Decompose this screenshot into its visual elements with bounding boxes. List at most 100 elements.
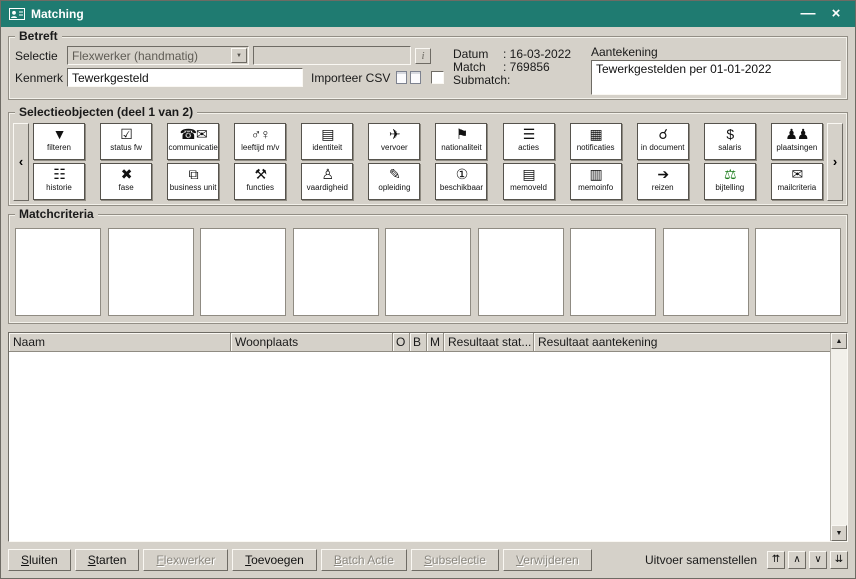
move-bottom-button[interactable]: ⇊ (830, 551, 848, 569)
column-header-b[interactable]: B (410, 333, 427, 352)
selectieobject-identiteit-button[interactable]: ▤ identiteit (301, 123, 353, 160)
matchcriteria-slot-6[interactable] (478, 228, 564, 316)
starten-button[interactable]: Starten (75, 549, 140, 571)
selectieobject-beschikbaar-button[interactable]: ① beschikbaar (435, 163, 487, 200)
column-header-resultaat-aantekening[interactable]: Resultaat aantekening (534, 333, 830, 352)
selectieobject-plaatsingen-button[interactable]: ♟♟ plaatsingen (771, 123, 823, 160)
selectie-extra-input[interactable] (253, 46, 411, 65)
column-header-o[interactable]: O (393, 333, 410, 352)
scroll-down-icon[interactable]: ▼ (831, 525, 847, 541)
phone-mail-icon: ☎✉ (180, 126, 207, 143)
batch-actie-button[interactable]: Batch Actie (321, 549, 407, 571)
matchcriteria-slot-3[interactable] (200, 228, 286, 316)
selectieobject-nationaliteit-button[interactable]: ⚑ nationaliteit (435, 123, 487, 160)
toevoegen-button[interactable]: Toevoegen (232, 549, 317, 571)
aantekening-label: Aantekening (591, 46, 841, 59)
notifications-calendar-icon: ▦ (590, 126, 602, 143)
matchcriteria-slot-8[interactable] (663, 228, 749, 316)
mail-criteria-icon: ✉ (791, 166, 802, 183)
aantekening-textarea[interactable]: Tewerkgestelden per 01-01-2022 (591, 60, 841, 95)
selectieobject-filteren-button[interactable]: ▼ filteren (33, 123, 85, 160)
matchcriteria-slot-2[interactable] (108, 228, 194, 316)
selectieobject-acties-button[interactable]: ☰ acties (503, 123, 555, 160)
selectieobject-functies-button[interactable]: ⚒ functies (234, 163, 286, 200)
selectieobject-historie-button[interactable]: ☷ historie (33, 163, 85, 200)
scroll-right-button[interactable]: › (827, 123, 843, 201)
column-header-woonplaats[interactable]: Woonplaats (231, 333, 393, 352)
results-body[interactable] (9, 352, 830, 541)
actions-list-icon: ☰ (523, 126, 535, 143)
import-csv-file-icon[interactable] (396, 71, 407, 84)
filter-funnel-icon: ▼ (53, 126, 66, 143)
availability-calendar-icon: ① (456, 166, 468, 183)
selectieobject-communicatie-button[interactable]: ☎✉ communicatie (167, 123, 219, 160)
travel-icon: ➔ (657, 166, 668, 183)
move-down-button[interactable]: ∨ (809, 551, 827, 569)
flexwerker-button[interactable]: Flexwerker (143, 549, 228, 571)
identity-card-icon: ▤ (321, 126, 333, 143)
matchcriteria-legend: Matchcriteria (15, 207, 98, 221)
selectieobject-vaardigheid-button[interactable]: ♙ vaardigheid (301, 163, 353, 200)
age-gender-icon: ♂♀ (251, 126, 270, 143)
placements-people-icon: ♟♟ (785, 126, 808, 143)
selectieobjecten-grid: ▼ filteren ☑ status fw ☎✉ communicatie ♂… (33, 123, 823, 200)
matchcriteria-slot-7[interactable] (570, 228, 656, 316)
import-csv-copy-icon[interactable] (410, 71, 421, 84)
functions-tools-icon: ⚒ (254, 166, 266, 183)
matching-window-icon (9, 7, 25, 21)
titlebar[interactable]: Matching — × (1, 1, 855, 27)
matchcriteria-slot-1[interactable] (15, 228, 101, 316)
betreft-legend: Betreft (15, 29, 62, 43)
import-csv-checkbox[interactable] (431, 71, 444, 84)
selectieobject-bijtelling-button[interactable]: ⚖ bijtelling (704, 163, 756, 200)
matching-window: Matching — × Betreft Selectie Flexwerker… (0, 0, 856, 579)
status-selection-icon: ☑ (120, 126, 132, 143)
submatch-label: Submatch: (453, 74, 503, 87)
selectieobject-reizen-button[interactable]: ➔ reizen (637, 163, 689, 200)
verwijderen-button[interactable]: Verwijderen (503, 549, 592, 571)
selectie-dropdown[interactable]: Flexwerker (handmatig) ▼ (67, 46, 249, 65)
selectieobject-status-fw-button[interactable]: ☑ status fw (100, 123, 152, 160)
transport-icon: ✈ (389, 126, 400, 143)
subselectie-button[interactable]: Subselectie (411, 549, 499, 571)
column-header-resultaat-stat[interactable]: Resultaat stat... (444, 333, 534, 352)
selectieobject-leeftijd-m-v-button[interactable]: ♂♀ leeftijd m/v (234, 123, 286, 160)
selectieobject-memoinfo-button[interactable]: ▥ memoinfo (570, 163, 622, 200)
matchcriteria-slot-4[interactable] (293, 228, 379, 316)
column-header-m[interactable]: M (427, 333, 444, 352)
move-top-button[interactable]: ⇈ (767, 551, 785, 569)
minimize-button[interactable]: — (797, 3, 819, 25)
vertical-scrollbar[interactable]: ▲ ▼ (830, 333, 847, 541)
matchcriteria-group: Matchcriteria (8, 214, 848, 324)
kenmerk-input[interactable] (67, 68, 303, 87)
column-header-naam[interactable]: Naam (9, 333, 231, 352)
scroll-up-icon[interactable]: ▲ (831, 333, 847, 349)
selectieobject-business-unit-button[interactable]: ⧉ business unit (167, 163, 219, 200)
selectieobject-vervoer-button[interactable]: ✈ vervoer (368, 123, 420, 160)
phase-icon: ✖ (121, 166, 132, 183)
scroll-left-button[interactable]: ‹ (13, 123, 29, 201)
sluiten-button[interactable]: Sluiten (8, 549, 71, 571)
footer-bar: SluitenStartenFlexwerkerToevoegenBatch A… (1, 542, 855, 578)
selectieobject-mailcriteria-button[interactable]: ✉ mailcriteria (771, 163, 823, 200)
education-icon: ✎ (389, 166, 400, 183)
importeer-csv-icons (396, 71, 421, 84)
matchcriteria-slot-9[interactable] (755, 228, 841, 316)
selectieobject-memoveld-button[interactable]: ▤ memoveld (503, 163, 555, 200)
car-bike-tax-icon: ⚖ (724, 166, 736, 183)
selectieobjecten-group: Selectieobjecten (deel 1 van 2) ‹ ▼ filt… (8, 112, 848, 206)
kenmerk-label: Kenmerk (15, 71, 63, 85)
selectieobject-salaris-button[interactable]: $ salaris (704, 123, 756, 160)
selectieobject-fase-button[interactable]: ✖ fase (100, 163, 152, 200)
move-up-button[interactable]: ∧ (788, 551, 806, 569)
close-button[interactable]: × (825, 3, 847, 25)
selectieobject-opleiding-button[interactable]: ✎ opleiding (368, 163, 420, 200)
salary-moneybag-icon: $ (726, 126, 733, 143)
selectieobject-in-document-button[interactable]: ☌ in document (637, 123, 689, 160)
info-button[interactable]: i (415, 48, 431, 64)
memo-field-icon: ▤ (522, 166, 534, 183)
selectieobject-notificaties-button[interactable]: ▦ notificaties (570, 123, 622, 160)
match-info: Datum : 16-03-2022 Match : 769856 Submat… (453, 46, 585, 95)
chevron-down-icon[interactable]: ▼ (231, 48, 247, 63)
matchcriteria-slot-5[interactable] (385, 228, 471, 316)
